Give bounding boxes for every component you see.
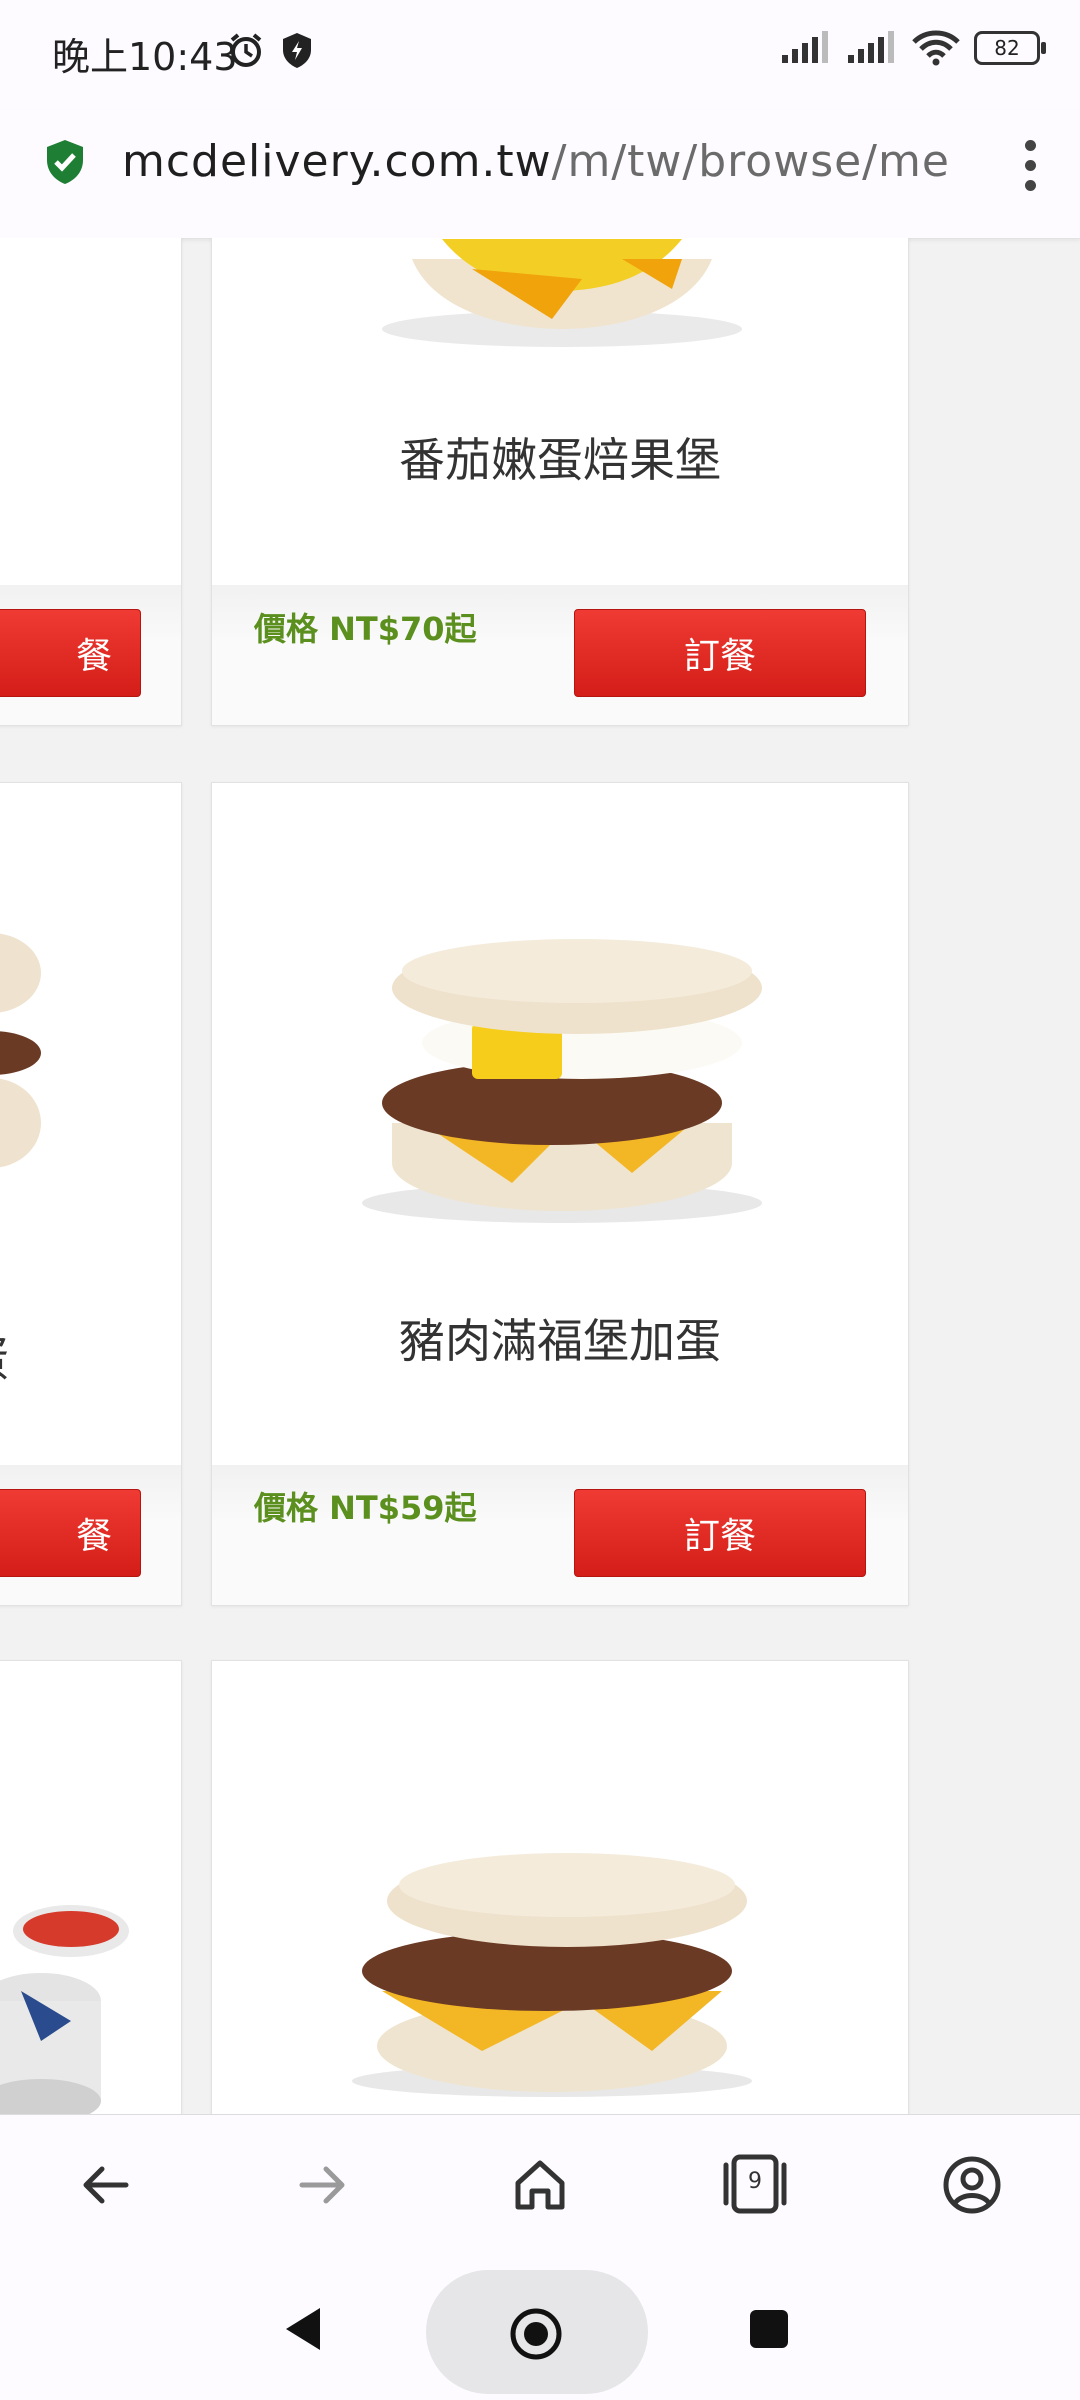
product-price-2: 價格 NT$59起 <box>254 1489 477 1527</box>
menu-dot <box>1024 140 1036 151</box>
product-name-left-2: 蛋 <box>0 1323 181 1389</box>
order-button-left-1[interactable]: 餐 <box>0 609 141 697</box>
menu-card-left-2: 蛋 餐 <box>0 782 182 1606</box>
menu-card-2: 豬肉滿福堡加蛋 價格 NT$59起 訂餐 <box>211 782 909 1606</box>
forward-arrow-icon[interactable] <box>290 2153 354 2217</box>
pork-muffin-egg-image <box>362 939 762 1223</box>
wifi-icon <box>912 30 960 66</box>
sandwich-image-partial <box>0 933 41 1168</box>
account-icon[interactable] <box>940 2153 1004 2217</box>
secure-shield-icon[interactable] <box>44 138 86 186</box>
back-arrow-icon[interactable] <box>74 2153 138 2217</box>
menu-card-3 <box>211 1660 909 2114</box>
signal-icon <box>782 31 828 63</box>
menu-card-left-3 <box>0 1660 182 2114</box>
url-path: /m/tw/browse/menu <box>551 136 952 187</box>
order-button-2[interactable]: 訂餐 <box>574 1489 866 1577</box>
menu-card-left-1: 餐 <box>0 238 182 726</box>
url-text[interactable]: mcdelivery.com.tw/m/tw/browse/menu <box>122 136 952 187</box>
product-name-2: 豬肉滿福堡加蛋 <box>399 1314 721 1368</box>
browser-bottom-nav: 9 <box>0 2114 1080 2255</box>
status-time: 晚上10:43 <box>52 35 238 79</box>
order-button-1[interactable]: 訂餐 <box>574 609 866 697</box>
system-home-icon <box>510 2308 562 2360</box>
home-icon[interactable] <box>508 2153 572 2217</box>
pork-muffin-image <box>352 1853 752 2097</box>
bagel-burger-image <box>382 239 742 347</box>
status-bar: 晚上10:43 82 <box>0 0 1080 110</box>
menu-dot <box>1024 160 1036 171</box>
url-domain: mcdelivery.com.tw <box>122 136 552 187</box>
system-back-icon[interactable] <box>280 2304 324 2354</box>
signal-icon-2 <box>848 31 894 63</box>
system-nav-bar <box>0 2254 1080 2400</box>
product-name-1: 番茄嫩蛋焙果堡 <box>399 433 721 487</box>
menu-card-1: 番茄嫩蛋焙果堡 價格 NT$70起 訂餐 <box>211 238 909 726</box>
browser-menu-button[interactable] <box>1020 140 1040 200</box>
tab-count: 9 <box>748 2169 762 2194</box>
menu-dot <box>1024 180 1036 191</box>
alarm-icon <box>230 33 262 67</box>
status-icons-right: 82 <box>780 30 1046 66</box>
product-price-1: 價格 NT$70起 <box>254 610 477 648</box>
system-home-button[interactable] <box>426 2270 648 2394</box>
status-icons-left <box>226 30 314 70</box>
order-button-left-2[interactable]: 餐 <box>0 1489 141 1577</box>
system-recents-icon[interactable] <box>748 2308 790 2350</box>
shield-bolt-icon <box>283 33 311 68</box>
tabs-button[interactable]: 9 <box>720 2151 790 2217</box>
menu-content[interactable]: 餐 蛋 餐 番茄嫩蛋焙果堡 價格 NT$70 <box>0 238 1080 2114</box>
browser-url-bar[interactable]: mcdelivery.com.tw/m/tw/browse/menu <box>0 110 1080 239</box>
battery-indicator: 82 <box>974 31 1046 65</box>
sauce-cups-image-partial <box>0 1905 129 2114</box>
